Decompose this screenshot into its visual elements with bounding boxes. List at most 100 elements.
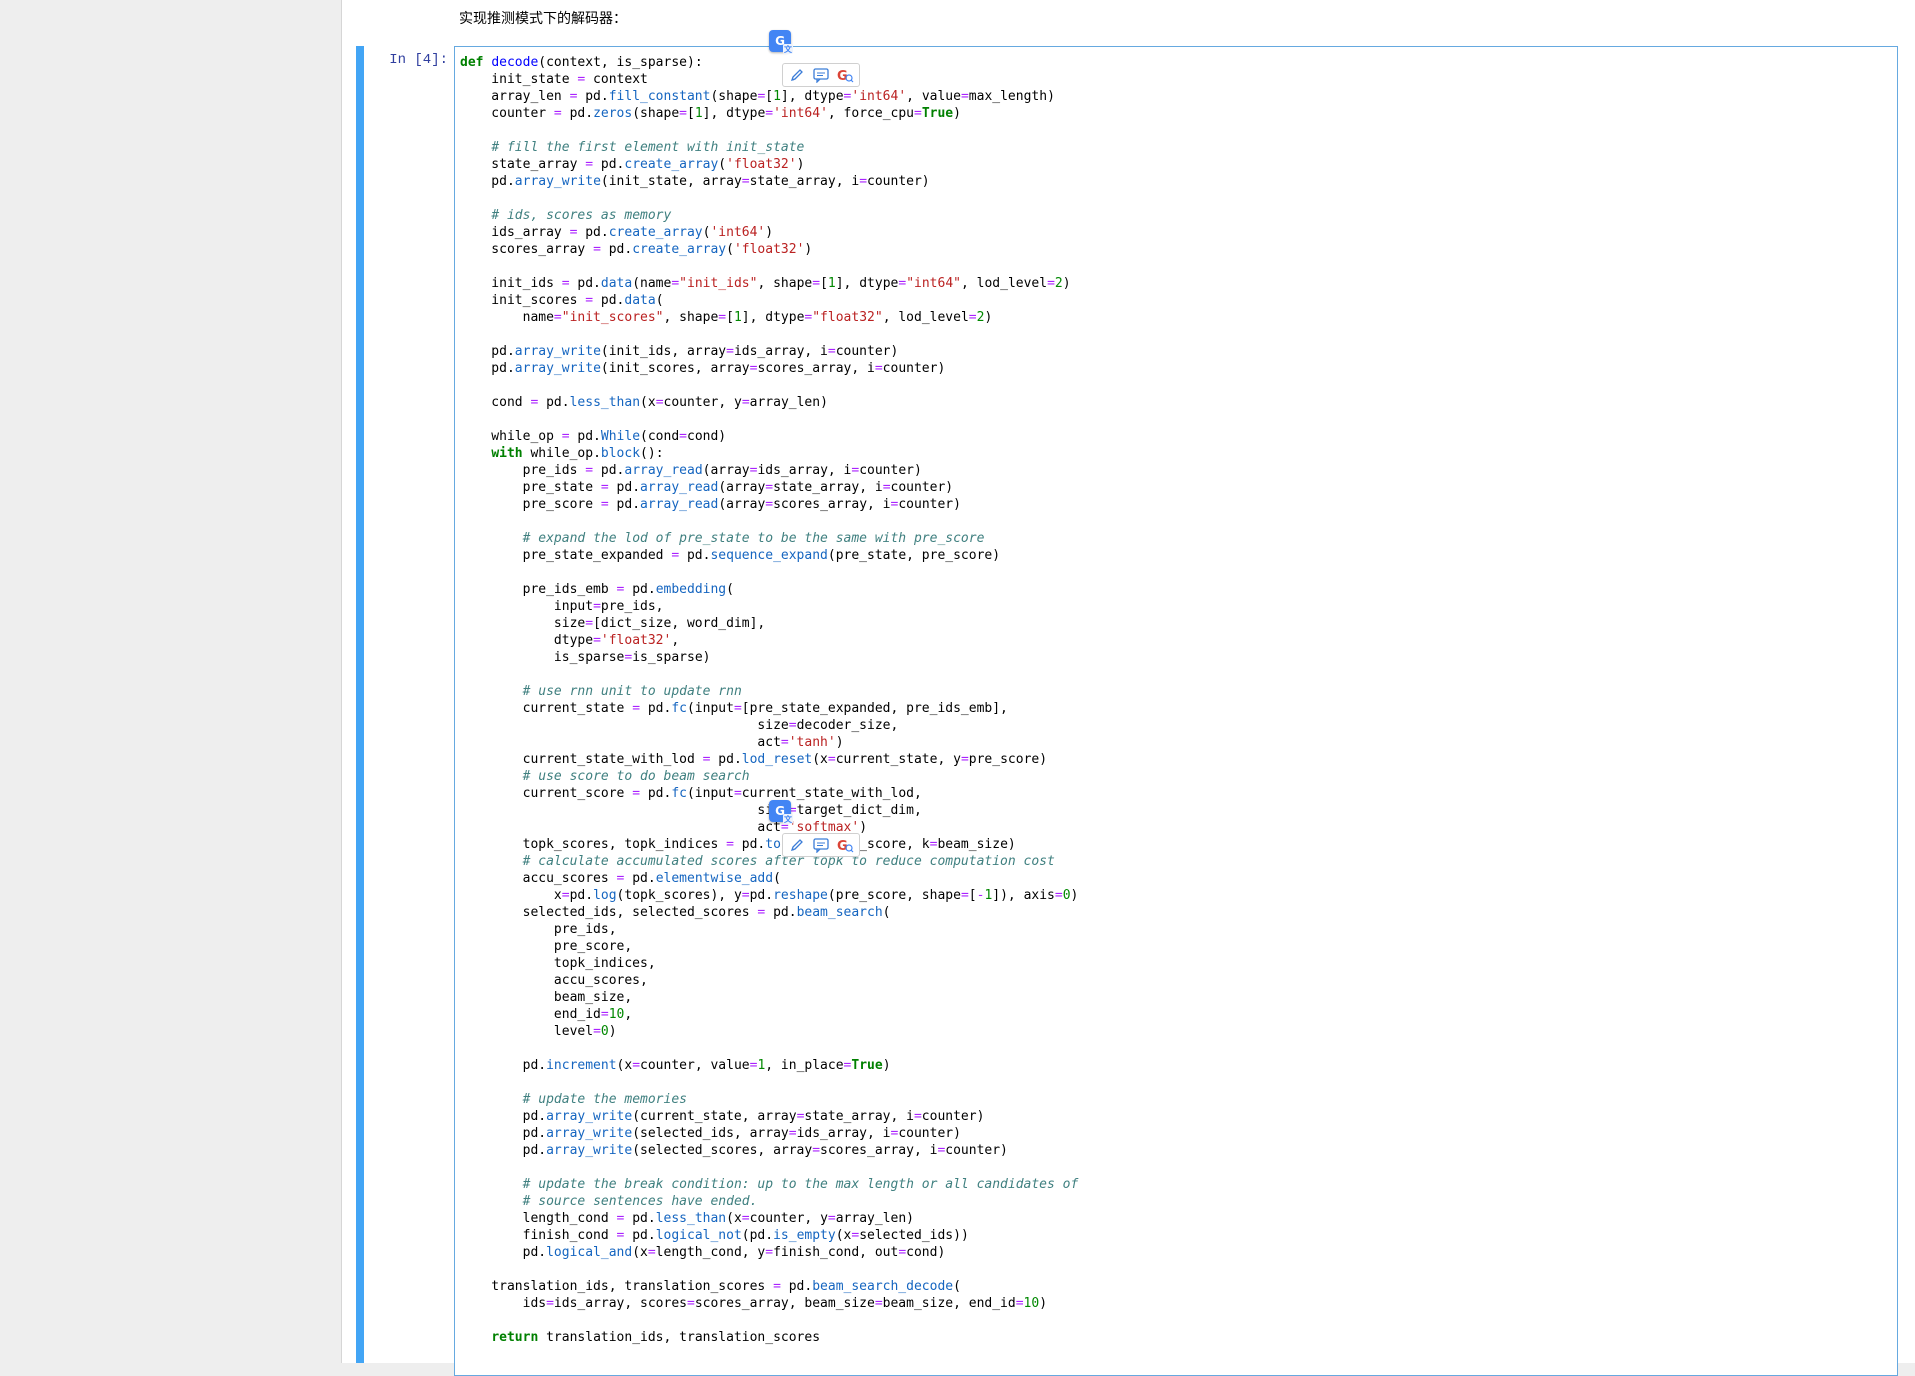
code-token: beam_size, xyxy=(460,990,633,1005)
code-token: 0 xyxy=(600,1024,609,1039)
code-token: counter) xyxy=(867,174,930,189)
code-token: counter) xyxy=(898,497,961,512)
code-token: decode xyxy=(491,55,539,70)
code-token: while_op. xyxy=(522,446,601,461)
code-token: pre_score xyxy=(460,497,601,512)
google-translate-icon[interactable]: G xyxy=(835,66,855,84)
code-token: = xyxy=(765,497,774,512)
code-token: = xyxy=(765,480,774,495)
code-token: beam_size) xyxy=(937,837,1016,852)
code-token: counter, value xyxy=(640,1058,750,1073)
code-token: finish_cond, out xyxy=(773,1245,899,1260)
code-token: , shape xyxy=(663,310,719,325)
code-token: While xyxy=(600,429,641,444)
pencil-icon[interactable] xyxy=(787,836,807,854)
code-token: embedding xyxy=(655,582,727,597)
code-line: init_scores = pd.data( xyxy=(460,293,663,308)
code-token: (): xyxy=(640,446,664,461)
code-token: state_array, i xyxy=(749,174,860,189)
pencil-icon[interactable] xyxy=(787,66,807,84)
code-line: array_len = pd.fill_constant(shape=[1], … xyxy=(460,89,1055,104)
code-token: counter xyxy=(460,106,554,121)
code-token: (selected_scores, array xyxy=(632,1143,813,1158)
code-token: = xyxy=(726,344,734,359)
code-token: fill_constant xyxy=(608,89,711,104)
code-token: ids_array, i xyxy=(757,463,852,478)
code-line: ids_array = pd.create_array('int64') xyxy=(460,225,773,240)
code-token: = xyxy=(671,548,680,563)
code-token: (x xyxy=(640,395,656,410)
code-token: [ xyxy=(820,276,828,291)
code-token: finish_cond xyxy=(460,1228,617,1243)
code-token: pd. xyxy=(569,429,601,444)
code-line: pre_ids, xyxy=(460,922,617,937)
cell-prompt: In [4]: xyxy=(389,52,448,68)
code-token: 'int64' xyxy=(851,89,907,104)
code-line: scores_array = pd.create_array('float32'… xyxy=(460,242,812,257)
code-token: ( xyxy=(726,242,734,257)
code-token: 'float32' xyxy=(600,633,672,648)
code-token: = xyxy=(726,837,734,852)
code-token: pd. xyxy=(593,293,625,308)
code-token: ) xyxy=(796,157,805,172)
code-token: counter, y xyxy=(749,1211,828,1226)
google-translate-icon[interactable]: G xyxy=(835,836,855,854)
code-token: "init_scores" xyxy=(561,310,664,325)
code-token: pd. xyxy=(780,1279,813,1294)
code-token: ) xyxy=(882,1058,891,1073)
code-line: translation_ids, translation_scores = pd… xyxy=(460,1279,961,1294)
code-token: # expand the lod of pre_state to be the … xyxy=(522,531,985,546)
code-token: (selected_ids, array xyxy=(632,1126,789,1141)
code-token: pre_state xyxy=(460,480,601,495)
code-editor[interactable]: def decode(context, is_sparse): init_sta… xyxy=(454,46,1898,1376)
code-token: counter) xyxy=(921,1109,985,1124)
code-token: = xyxy=(827,752,836,767)
code-token: current_state, y xyxy=(835,752,961,767)
code-token: (pre_state, pre_score) xyxy=(827,548,1001,563)
code-token: # update the break condition: up to the … xyxy=(522,1177,1079,1192)
code-line: pd.array_write(current_state, array =stat… xyxy=(460,1109,985,1124)
translate-icon[interactable]: G文 xyxy=(769,800,793,824)
code-token: pre_ids_emb xyxy=(460,582,617,597)
code-text[interactable]: def decode(context, is_sparse): init_sta… xyxy=(455,47,1897,1346)
code-token: = xyxy=(913,1109,922,1124)
code-token: translation_ids, translation_scores xyxy=(460,1279,774,1294)
code-line: accu_scores = pd.elementwise_add( xyxy=(460,871,781,886)
code-token: array_read xyxy=(640,497,719,512)
code-token: pd. xyxy=(593,157,625,172)
comment-icon[interactable] xyxy=(811,836,831,854)
code-token: ], dtype xyxy=(780,89,844,104)
code-line: pd.array_write(selected_ids, array=ids_a… xyxy=(460,1126,961,1141)
translate-icon[interactable]: G文 xyxy=(769,30,793,54)
code-token: = xyxy=(632,1058,641,1073)
code-line: pre_state = pd.array_read(array=state_ar… xyxy=(460,480,954,495)
code-token: array_write xyxy=(514,361,601,376)
code-token: with xyxy=(491,446,523,461)
code-token: fc xyxy=(671,786,687,801)
code-token: [ xyxy=(968,888,977,903)
code-token: scores_array, i xyxy=(820,1143,938,1158)
code-line: accu_scores, xyxy=(460,973,648,988)
code-line: pd.increment(x=counter, value=1, in_plac… xyxy=(460,1058,891,1073)
code-token: ) xyxy=(859,820,868,835)
code-token: pd. xyxy=(538,395,570,410)
code-token: = xyxy=(780,735,789,750)
code-token: (init_scores, array xyxy=(600,361,750,376)
code-token: , lod_level xyxy=(882,310,969,325)
code-token: scores_array, beam_size xyxy=(694,1296,875,1311)
code-token: state_array, i xyxy=(773,480,883,495)
code-token: 1 xyxy=(827,276,836,291)
code-line: # calculate accumulated scores after top… xyxy=(460,854,1055,869)
code-token: = xyxy=(553,106,562,121)
code-line: topk_indices, xyxy=(460,956,656,971)
code-token: init_ids xyxy=(460,276,562,291)
code-token: (shape xyxy=(710,89,758,104)
code-line: init_state = context xyxy=(460,72,648,87)
code-token: topk_indices, xyxy=(460,956,656,971)
code-token: [ xyxy=(765,89,774,104)
code-token: scores_array, i xyxy=(757,361,875,376)
comment-icon[interactable] xyxy=(811,66,831,84)
code-token: length_cond xyxy=(460,1211,617,1226)
